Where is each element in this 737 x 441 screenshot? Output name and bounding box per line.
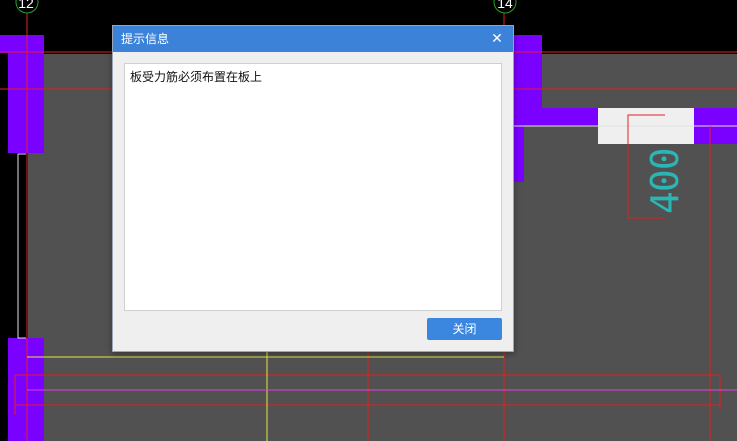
wall-left-column-top[interactable] <box>8 53 44 153</box>
wall-left-top[interactable] <box>0 35 44 53</box>
wall-right-column[interactable] <box>514 35 542 109</box>
message-textarea[interactable]: 板受力筋必须布置在板上 <box>124 63 502 311</box>
close-icon[interactable]: ✕ <box>487 29 507 49</box>
close-button[interactable]: 关闭 <box>427 318 502 340</box>
dialog-titlebar[interactable]: 提示信息 ✕ <box>113 26 513 52</box>
dimension-text: 400 <box>643 148 687 214</box>
axis-label-12: 12 <box>18 0 34 11</box>
axis-label-14: 14 <box>497 0 513 11</box>
message-dialog: 提示信息 ✕ 板受力筋必须布置在板上 关闭 <box>112 25 514 352</box>
message-text: 板受力筋必须布置在板上 <box>130 70 263 84</box>
wall-right-stub[interactable] <box>514 126 524 182</box>
dialog-title: 提示信息 <box>121 32 170 46</box>
wall-right-band[interactable] <box>514 108 598 126</box>
